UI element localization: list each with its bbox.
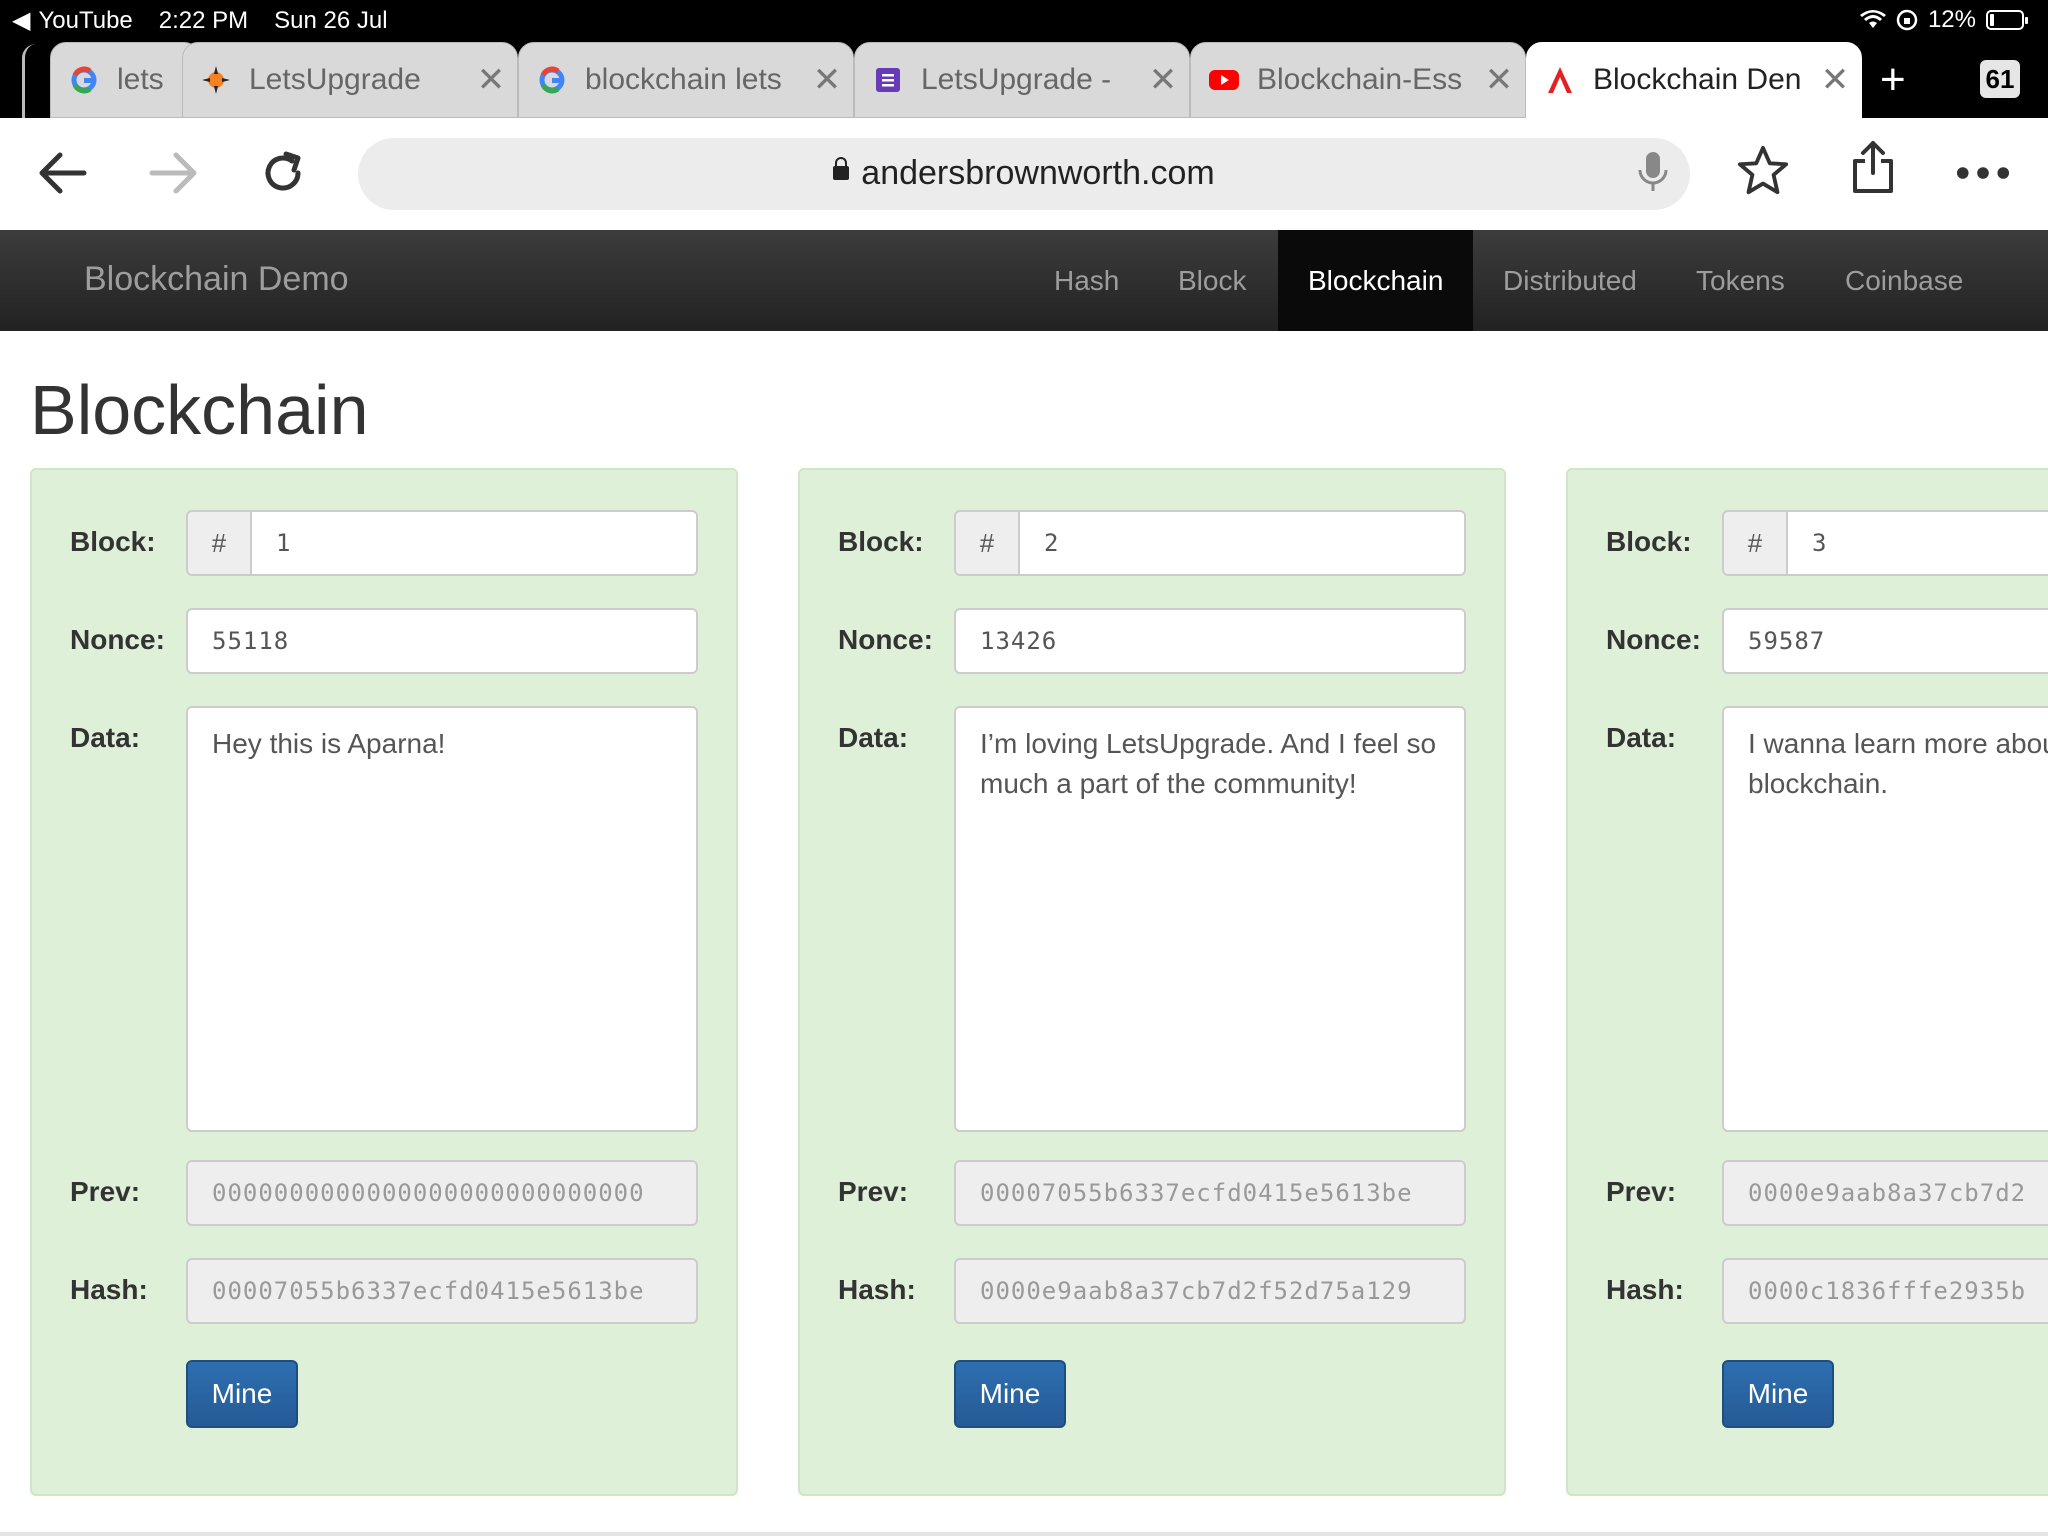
nonce-label: Nonce: — [70, 624, 165, 655]
address-bar[interactable]: andersbrownworth.com — [358, 138, 1690, 210]
nonce-input[interactable]: 59587 — [1722, 608, 2048, 674]
prev-hash-field: 00007055b6337ecfd0415e5613be — [954, 1160, 1466, 1226]
data-textarea[interactable]: I wanna learn more about blockchain. — [1722, 706, 2048, 1132]
data-label: Data: — [838, 722, 909, 753]
tab-blockchain-demo[interactable]: Blockchain Den ✕ — [1526, 42, 1862, 118]
block-number-input[interactable]: 3 — [1786, 510, 2048, 576]
block-card: Block: # 3 Nonce: 59587 Data: I wanna le… — [1566, 468, 2048, 1496]
close-icon[interactable]: ✕ — [1143, 60, 1183, 100]
page-bottom-divider — [0, 1532, 2048, 1536]
data-label: Data: — [70, 722, 141, 753]
prev-hash-field: 0000e9aab8a37cb7d2 — [1722, 1160, 2048, 1226]
back-icon[interactable] — [36, 146, 90, 200]
block-number-input[interactable]: 2 — [1018, 510, 1466, 576]
close-icon[interactable]: ✕ — [471, 60, 511, 100]
tab-lets[interactable]: lets — [50, 42, 200, 118]
close-icon[interactable]: ✕ — [1479, 60, 1519, 100]
tab-letsupgrade-form[interactable]: LetsUpgrade - ✕ — [854, 42, 1190, 118]
forward-icon[interactable] — [146, 146, 200, 200]
back-app-label[interactable]: YouTube — [38, 7, 132, 35]
nonce-input[interactable]: 55118 — [186, 608, 698, 674]
youtube-icon — [1209, 65, 1239, 95]
data-label: Data: — [1606, 722, 1677, 753]
block-label: Block: — [838, 526, 924, 557]
url-text: andersbrownworth.com — [861, 154, 1215, 192]
mine-button[interactable]: Mine — [1722, 1360, 1834, 1428]
anders-icon — [1545, 65, 1575, 95]
clock: 2:22 PM — [158, 6, 249, 34]
hash-field: 00007055b6337ecfd0415e5613be — [186, 1258, 698, 1324]
tab-blockchain-lets[interactable]: blockchain lets ✕ — [518, 42, 854, 118]
google-icon — [69, 65, 99, 95]
hash-sign-addon: # — [186, 510, 252, 576]
tab-title: LetsUpgrade — [249, 63, 421, 96]
tab-title: LetsUpgrade - — [921, 63, 1112, 96]
page-title: Blockchain — [30, 371, 369, 449]
hash-sign-addon: # — [954, 510, 1020, 576]
prev-label: Prev: — [70, 1176, 141, 1207]
block-number-input[interactable]: 1 — [250, 510, 698, 576]
google-icon — [537, 65, 567, 95]
block-label: Block: — [1606, 526, 1692, 557]
lock-icon — [833, 157, 850, 181]
tab-title: Blockchain-Ess — [1257, 63, 1463, 96]
prev-label: Prev: — [838, 1176, 909, 1207]
tab-letsupgrade[interactable]: LetsUpgrade ✕ — [182, 42, 518, 118]
hash-field: 0000e9aab8a37cb7d2f52d75a129 — [954, 1258, 1466, 1324]
block-card: Block: # 1 Nonce: 55118 Data: Hey this i… — [30, 468, 738, 1496]
tab-strip: lets LetsUpgrade ✕ blockchain lets ✕ Let… — [0, 40, 2048, 118]
nav-block[interactable]: Block — [1148, 230, 1276, 331]
nav-hash[interactable]: Hash — [1024, 230, 1149, 331]
close-icon[interactable]: ✕ — [1815, 60, 1855, 100]
hash-label: Hash: — [1606, 1274, 1684, 1305]
letsupgrade-icon — [201, 65, 231, 95]
hash-field: 0000c1836fffe2935b — [1722, 1258, 2048, 1324]
hash-label: Hash: — [838, 1274, 916, 1305]
navbar-brand[interactable]: Blockchain Demo — [84, 260, 349, 299]
tab-title: Blockchain Den — [1593, 63, 1802, 96]
nonce-label: Nonce: — [838, 624, 933, 655]
block-card-clip: Block: # 3 Nonce: 59587 Data: I wanna le… — [1566, 0, 2048, 1536]
data-textarea[interactable]: I’m loving LetsUpgrade. And I feel so mu… — [954, 706, 1466, 1132]
reload-icon[interactable] — [256, 146, 310, 200]
nonce-input[interactable]: 13426 — [954, 608, 1466, 674]
back-arrow-icon[interactable]: ◀ — [12, 6, 30, 35]
mine-button[interactable]: Mine — [186, 1360, 298, 1428]
block-label: Block: — [70, 526, 156, 557]
tab-youtube[interactable]: Blockchain-Ess ✕ — [1190, 42, 1526, 118]
prev-hash-field: 0000000000000000000000000000 — [186, 1160, 698, 1226]
nav-blockchain[interactable]: Blockchain — [1278, 230, 1473, 331]
forms-icon — [873, 65, 903, 95]
nonce-label: Nonce: — [1606, 624, 1701, 655]
prev-label: Prev: — [1606, 1176, 1677, 1207]
close-icon[interactable]: ✕ — [807, 60, 847, 100]
tab-title: blockchain lets — [585, 63, 782, 96]
date: Sun 26 Jul — [274, 6, 388, 34]
hash-sign-addon: # — [1722, 510, 1788, 576]
mine-button[interactable]: Mine — [954, 1360, 1066, 1428]
block-card: Block: # 2 Nonce: 13426 Data: I’m loving… — [798, 468, 1506, 1496]
hash-label: Hash: — [70, 1274, 148, 1305]
data-textarea[interactable]: Hey this is Aparna! — [186, 706, 698, 1132]
